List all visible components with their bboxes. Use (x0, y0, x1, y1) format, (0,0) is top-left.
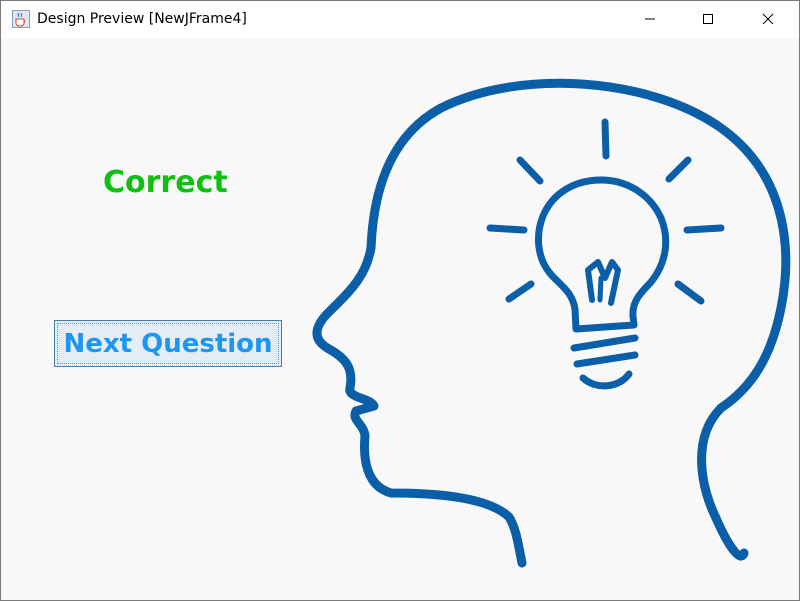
close-button[interactable] (737, 1, 799, 38)
window-title: Design Preview [NewJFrame4] (37, 11, 247, 27)
maximize-icon (702, 10, 714, 29)
content-panel: Correct Next Question (1, 38, 799, 600)
maximize-button[interactable] (679, 1, 737, 38)
next-question-button[interactable]: Next Question (54, 320, 282, 367)
close-icon (762, 10, 774, 29)
next-question-label: Next Question (63, 328, 273, 359)
minimize-icon (644, 10, 656, 29)
minimize-button[interactable] (621, 1, 679, 38)
app-window: Design Preview [NewJFrame4] Correct Next… (0, 0, 800, 601)
title-bar[interactable]: Design Preview [NewJFrame4] (1, 1, 799, 38)
head-with-lightbulb-icon (312, 78, 791, 568)
java-cup-icon (12, 10, 30, 28)
result-label: Correct (103, 165, 228, 200)
